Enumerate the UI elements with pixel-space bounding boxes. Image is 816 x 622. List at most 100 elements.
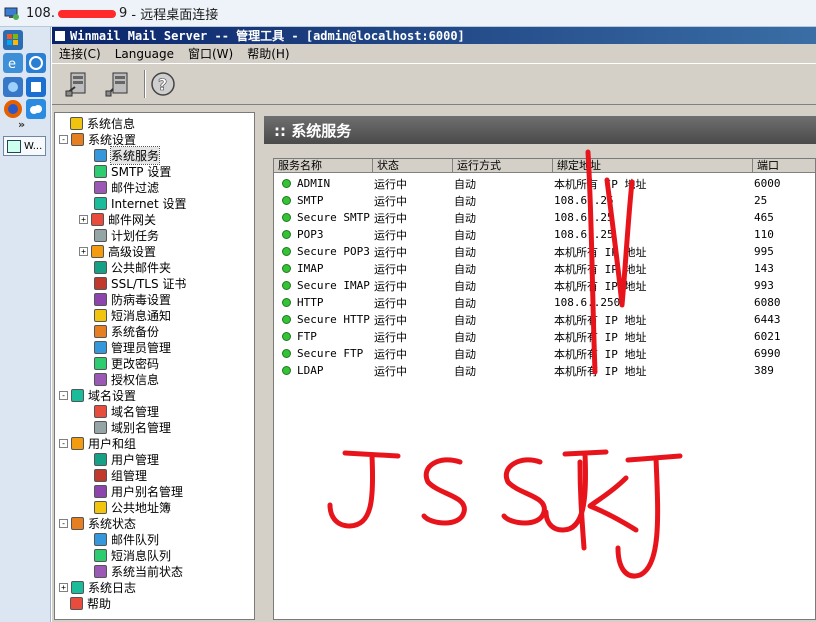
table-row[interactable]: Secure FTP 运行中 自动 本机所有 IP 地址 6990 xyxy=(274,345,814,362)
rdp-title-ip-prefix: 108. xyxy=(26,5,55,21)
table-row[interactable]: FTP 运行中 自动 本机所有 IP 地址 6021 xyxy=(274,328,814,345)
collapse-icon[interactable]: - xyxy=(59,134,68,144)
collapse-icon[interactable]: - xyxy=(59,438,68,448)
firefox-icon[interactable] xyxy=(3,99,23,119)
tree-item-7[interactable]: 计划任务 xyxy=(79,227,159,243)
col-service-name[interactable]: 服务名称 xyxy=(274,159,373,173)
table-row[interactable]: Secure POP3 运行中 自动 本机所有 IP 地址 995 xyxy=(274,243,814,260)
collapse-icon[interactable]: - xyxy=(59,518,68,528)
tree-item-label: 高级设置 xyxy=(108,244,157,259)
expand-icon[interactable]: + xyxy=(79,246,88,256)
running-status-icon xyxy=(282,281,291,290)
table-row[interactable]: Secure SMTP 运行中 自动 108.6..25 465 xyxy=(274,209,814,226)
tree-item-9[interactable]: 公共邮件夹 xyxy=(79,259,171,275)
tree-item-17[interactable]: - 域名设置 xyxy=(59,387,136,403)
tree-item-23[interactable]: 用户别名管理 xyxy=(79,483,183,499)
ie-icon[interactable]: e xyxy=(3,53,23,73)
table-row[interactable]: Secure HTTP 运行中 自动 本机所有 IP 地址 6443 xyxy=(274,311,814,328)
tree-item-11[interactable]: 防病毒设置 xyxy=(79,291,171,307)
expand-icon[interactable]: + xyxy=(79,214,88,224)
advanced-icon xyxy=(91,244,104,258)
tree-item-label: 组管理 xyxy=(111,468,148,483)
menu-connect[interactable]: 连接(C) xyxy=(52,45,108,62)
tree-item-label: 域名设置 xyxy=(88,388,137,403)
public-folder-icon xyxy=(94,260,107,274)
table-row[interactable]: HTTP 运行中 自动 108.6..250 6080 xyxy=(274,294,814,311)
expand-icon[interactable]: + xyxy=(59,582,68,592)
tree-item-label: 公共地址簿 xyxy=(111,500,172,515)
tree-item-6[interactable]: + 邮件网关 xyxy=(79,211,156,227)
cell-port: 993 xyxy=(754,279,774,292)
start-button[interactable] xyxy=(3,30,23,50)
cell-name: Secure FTP xyxy=(297,347,364,360)
tree-item-label: 帮助 xyxy=(87,596,112,611)
cloud-icon[interactable] xyxy=(26,99,46,119)
table-row[interactable]: LDAP 运行中 自动 本机所有 IP 地址 389 xyxy=(274,362,814,379)
tool-icon[interactable] xyxy=(26,77,46,97)
running-status-icon xyxy=(282,247,291,256)
tree-item-22[interactable]: 组管理 xyxy=(79,467,147,483)
tree-item-label: 更改密码 xyxy=(111,356,160,371)
remote-desktop-titlebar[interactable]: 108. 9 - 远程桌面连接 xyxy=(0,0,816,27)
tree-item-label: SMTP 设置 xyxy=(111,164,172,179)
help-button[interactable]: ? xyxy=(146,69,180,99)
menu-window[interactable]: 窗口(W) xyxy=(181,45,240,62)
cell-addr: 本机所有 IP 地址 xyxy=(554,313,647,327)
address-book-icon xyxy=(94,500,107,514)
tree-item-4[interactable]: 邮件过滤 xyxy=(79,179,159,195)
cell-name: FTP xyxy=(297,330,317,343)
connect-button[interactable] xyxy=(62,69,96,99)
tree-item-20[interactable]: - 用户和组 xyxy=(59,435,136,451)
menu-help[interactable]: 帮助(H) xyxy=(240,45,296,62)
taskbar-winmail-task[interactable]: W... xyxy=(3,136,46,156)
disconnect-button[interactable] xyxy=(102,69,136,99)
tree-item-8[interactable]: + 高级设置 xyxy=(79,243,156,259)
cell-port: 25 xyxy=(754,194,768,207)
cell-status: 运行中 xyxy=(374,347,407,361)
col-run-mode[interactable]: 运行方式 xyxy=(453,159,553,173)
network-icon[interactable] xyxy=(3,77,23,97)
tree-item-label: 用户管理 xyxy=(111,452,160,467)
tree-item-1[interactable]: - 系统设置 xyxy=(59,131,136,147)
col-port[interactable]: 端口 xyxy=(753,159,815,173)
browser-icon[interactable] xyxy=(26,53,46,73)
running-status-icon xyxy=(282,230,291,239)
table-row[interactable]: POP3 运行中 自动 108.6..25 110 xyxy=(274,226,814,243)
tree-item-25[interactable]: - 系统状态 xyxy=(59,515,136,531)
col-bind-address[interactable]: 绑定地址 xyxy=(553,159,753,173)
table-row[interactable]: ADMIN 运行中 自动 本机所有 IP 地址 6000 xyxy=(274,175,814,192)
tree-item-2[interactable]: 系统服务 xyxy=(79,145,161,165)
task-label: W... xyxy=(24,140,43,152)
table-row[interactable]: SMTP 运行中 自动 108.6..25 25 xyxy=(274,192,814,209)
svg-text:?: ? xyxy=(158,75,167,94)
tree-item-18[interactable]: 域名管理 xyxy=(79,403,159,419)
tree-item-14[interactable]: 管理员管理 xyxy=(79,339,171,355)
tree-item-24[interactable]: 公共地址簿 xyxy=(79,499,171,515)
tree-item-16[interactable]: 授权信息 xyxy=(79,371,159,387)
tree-item-28[interactable]: 系统当前状态 xyxy=(79,563,183,579)
col-status[interactable]: 状态 xyxy=(373,159,453,173)
cell-port: 110 xyxy=(754,228,774,241)
tree-item-5[interactable]: Internet 设置 xyxy=(79,195,186,211)
collapse-icon[interactable]: - xyxy=(59,390,68,400)
tree-item-30[interactable]: 帮助 xyxy=(59,595,111,611)
tree-item-15[interactable]: 更改密码 xyxy=(79,355,159,371)
tree-item-label: 用户别名管理 xyxy=(111,484,184,499)
tree-item-0[interactable]: 系统信息 xyxy=(59,115,135,131)
menu-language[interactable]: Language xyxy=(108,47,181,61)
tree-item-3[interactable]: SMTP 设置 xyxy=(79,163,171,179)
tree-item-21[interactable]: 用户管理 xyxy=(79,451,159,467)
tree-item-19[interactable]: 域别名管理 xyxy=(79,419,171,435)
tree-item-29[interactable]: + 系统日志 xyxy=(59,579,136,595)
tree-item-26[interactable]: 邮件队列 xyxy=(79,531,159,547)
tree-item-12[interactable]: 短消息通知 xyxy=(79,307,171,323)
filter-icon xyxy=(94,180,107,194)
app-titlebar[interactable]: Winmail Mail Server -- 管理工具 - [admin@loc… xyxy=(52,27,816,44)
taskbar-more-button[interactable]: » xyxy=(18,118,25,131)
table-row[interactable]: Secure IMAP 运行中 自动 本机所有 IP 地址 993 xyxy=(274,277,814,294)
table-row[interactable]: IMAP 运行中 自动 本机所有 IP 地址 143 xyxy=(274,260,814,277)
running-status-icon xyxy=(282,213,291,222)
tree-item-10[interactable]: SSL/TLS 证书 xyxy=(79,275,186,291)
tree-item-27[interactable]: 短消息队列 xyxy=(79,547,171,563)
tree-item-13[interactable]: 系统备份 xyxy=(79,323,159,339)
